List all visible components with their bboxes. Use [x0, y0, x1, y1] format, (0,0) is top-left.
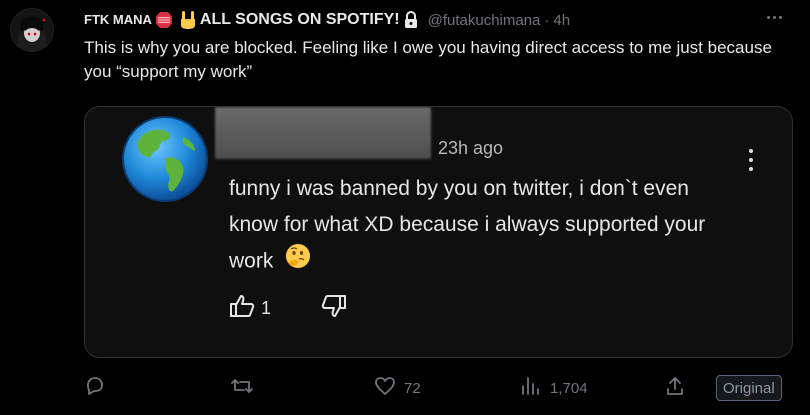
tweet: FTK MANA ALL SONGS ON SPOTIFY! @futakuch…: [0, 0, 810, 415]
comment-timestamp: 23h ago: [438, 138, 504, 158]
heart-icon: [374, 376, 396, 401]
comment-reactions: 1: [229, 294, 347, 323]
display-name[interactable]: FTK MANA: [84, 11, 152, 29]
timestamp[interactable]: 4h: [553, 12, 570, 29]
redacted-username: [215, 107, 431, 159]
share-icon: [664, 375, 686, 402]
original-badge[interactable]: Original: [716, 375, 782, 401]
kebab-icon: [748, 149, 754, 171]
like-button[interactable]: 72: [374, 373, 421, 403]
reply-icon: [84, 376, 106, 401]
post-text: This is why you are blocked. Feeling lik…: [84, 38, 772, 81]
repost-button[interactable]: [230, 373, 262, 403]
post-header: FTK MANA ALL SONGS ON SPOTIFY! @futakuch…: [84, 9, 770, 31]
separator: ·: [544, 11, 550, 29]
handle[interactable]: @futakuchimana: [428, 12, 541, 29]
reply-button[interactable]: [84, 373, 114, 403]
comment-text: funny i was banned by you on twitter, i …: [229, 171, 729, 281]
embedded-screenshot[interactable]: 23h ago funny i was banned by you on twi…: [84, 106, 793, 358]
lock-icon: [403, 11, 419, 29]
thinking-emoji: [285, 243, 311, 281]
stop-sign-emoji: [155, 11, 173, 29]
views-button[interactable]: 1,704: [520, 373, 588, 403]
like-count: 72: [404, 379, 421, 397]
action-bar: 72 1,704 Original: [84, 373, 794, 403]
more-icon[interactable]: [762, 10, 786, 24]
share-button[interactable]: [664, 373, 686, 403]
comment-like-count: 1: [261, 298, 272, 318]
globe-emoji: [121, 115, 209, 203]
repost-icon: [230, 376, 254, 401]
views-icon: [520, 376, 542, 401]
thumbs-down-icon: [321, 294, 347, 323]
display-name-suffix[interactable]: ALL SONGS ON SPOTIFY!: [200, 11, 400, 29]
rock-hand-emoji: [179, 10, 197, 30]
thumbs-up-icon: [229, 294, 255, 323]
avatar[interactable]: [10, 8, 54, 52]
view-count: 1,704: [550, 379, 588, 397]
